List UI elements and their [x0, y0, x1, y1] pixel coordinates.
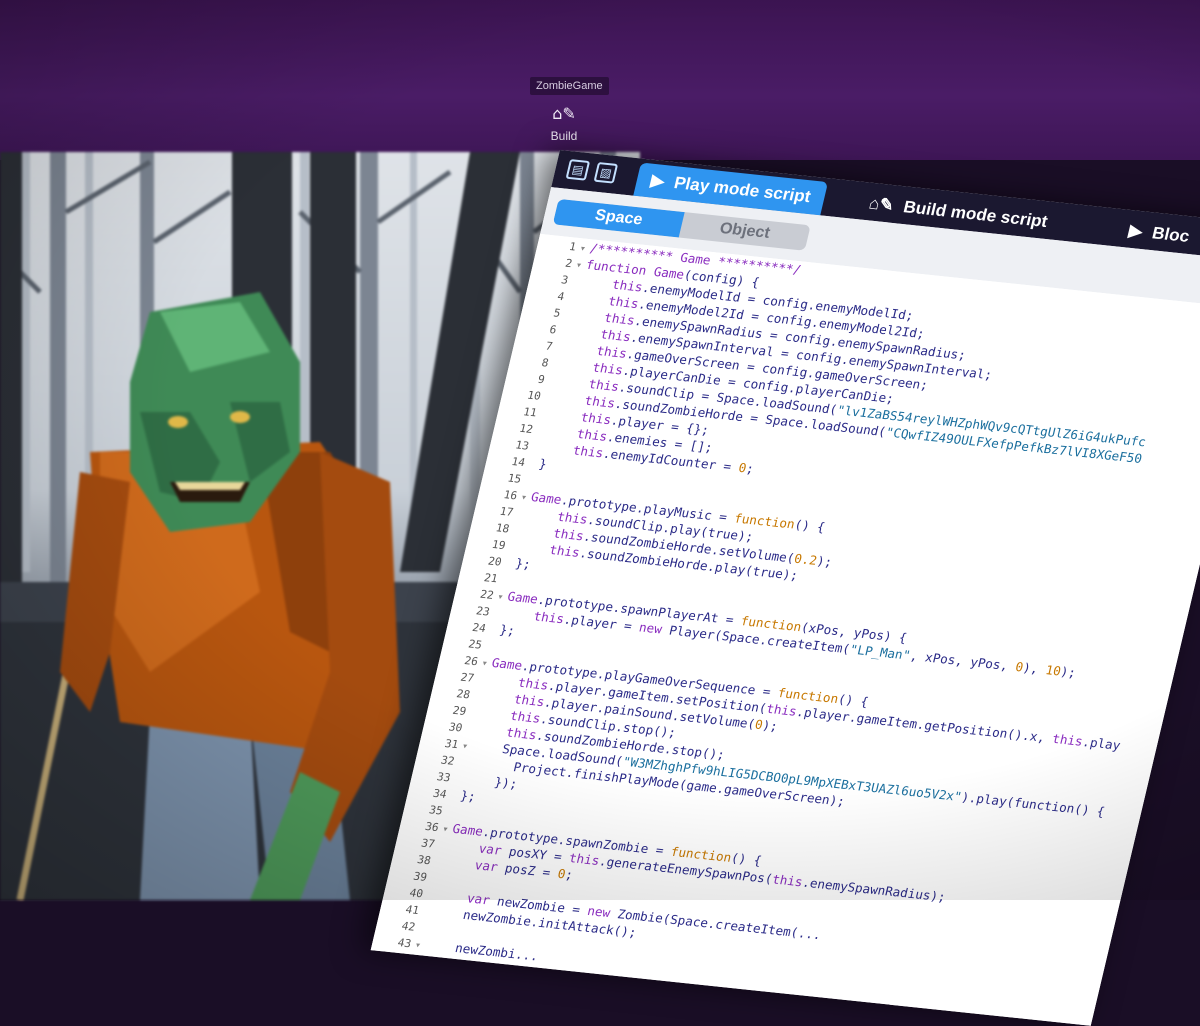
fold-gutter — [559, 317, 573, 318]
play-icon: ▶ — [1127, 221, 1145, 241]
fold-gutter — [512, 516, 526, 517]
fold-gutter — [528, 450, 542, 451]
fold-gutter — [422, 898, 436, 899]
book-icon[interactable]: ▤ — [565, 159, 591, 181]
fold-gutter — [450, 781, 464, 782]
fold-gutter — [548, 367, 562, 368]
fold-gutter — [465, 715, 479, 716]
fold-gutter — [556, 334, 570, 335]
fold-gutter — [481, 649, 495, 650]
code-text: } — [537, 455, 549, 472]
build-mode-button[interactable]: ⌂✎ Build — [542, 104, 586, 148]
fold-gutter — [485, 632, 499, 633]
fold-gutter — [544, 383, 558, 384]
code-text: }; — [458, 787, 478, 804]
fold-gutter — [552, 350, 566, 351]
fold-gutter — [497, 582, 511, 583]
fold-gutter — [469, 698, 483, 699]
fold-gutter — [501, 566, 515, 567]
space-toggle-button[interactable]: Space — [552, 198, 685, 238]
fold-gutter — [453, 765, 467, 766]
build-icon: ⌂✎ — [867, 193, 896, 215]
fold-gutter — [414, 931, 428, 932]
fold-gutter — [473, 682, 487, 683]
fold-gutter — [434, 848, 448, 849]
build-label: Build — [550, 129, 578, 143]
fold-gutter — [446, 798, 460, 799]
fold-gutter — [426, 881, 440, 882]
fold-gutter — [504, 549, 518, 550]
play-icon: ▶ — [649, 170, 667, 191]
fold-gutter — [430, 864, 444, 865]
fold-gutter — [536, 416, 550, 417]
striped-icon[interactable]: ▨ — [593, 162, 619, 184]
fold-gutter — [540, 400, 554, 401]
fold-gutter — [524, 466, 538, 467]
fold-gutter — [532, 433, 546, 434]
fold-gutter — [418, 914, 432, 915]
object-toggle-button[interactable]: Object — [679, 212, 811, 251]
fold-gutter — [508, 533, 522, 534]
tab-blocks-label: Bloc — [1150, 223, 1192, 246]
top-toolbar: ZombieGame ⌂✎ Build — [0, 0, 1200, 160]
code-text: }; — [498, 621, 517, 639]
fold-gutter — [520, 483, 534, 484]
fold-gutter — [461, 732, 475, 733]
fold-gutter — [489, 616, 503, 617]
fold-gutter — [567, 284, 581, 285]
line-number: 43 — [396, 936, 413, 951]
project-name-label: ZombieGame — [530, 77, 609, 95]
build-icon: ⌂✎ — [552, 104, 576, 123]
fold-gutter — [442, 815, 456, 816]
fold-gutter — [563, 300, 577, 301]
code-text: }; — [513, 555, 533, 572]
